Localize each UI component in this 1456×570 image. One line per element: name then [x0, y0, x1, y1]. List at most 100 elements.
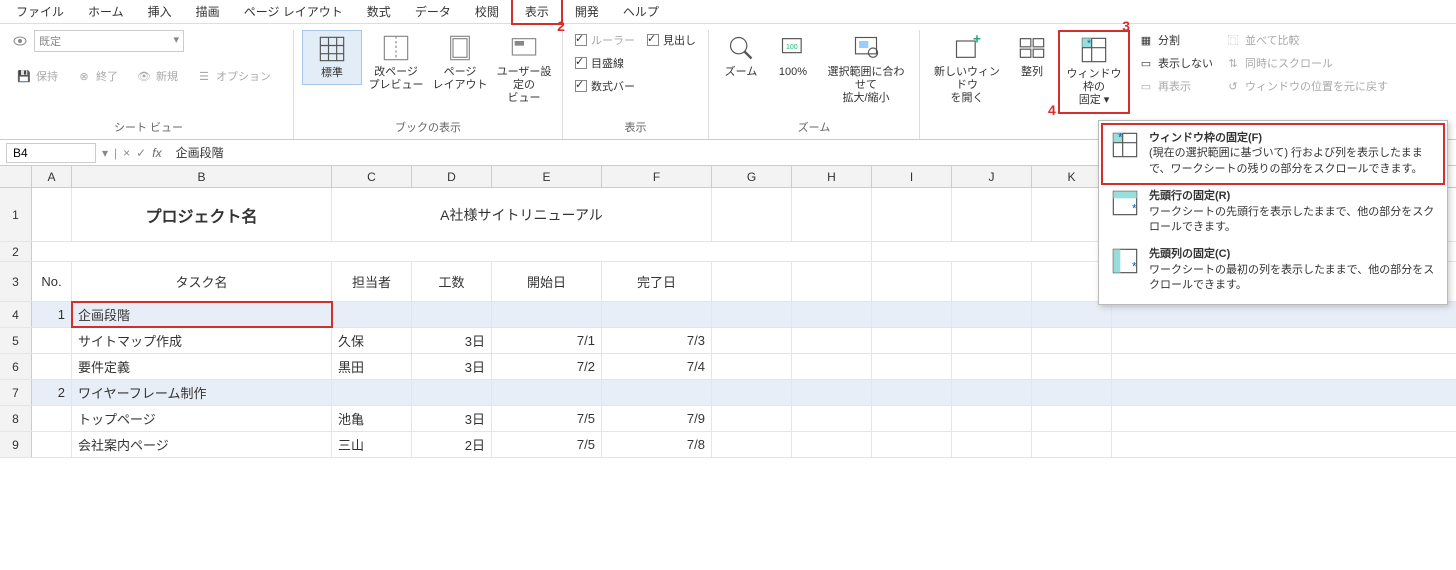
row-header[interactable]: 9 — [0, 432, 32, 457]
cell[interactable]: 三山 — [332, 432, 412, 457]
name-box[interactable] — [6, 143, 96, 163]
cell[interactable] — [1032, 406, 1112, 431]
row-header[interactable]: 1 — [0, 188, 32, 241]
cell[interactable] — [32, 406, 72, 431]
cell[interactable] — [602, 380, 712, 405]
cell[interactable] — [872, 328, 952, 353]
cell[interactable]: プロジェクト名 — [72, 188, 332, 241]
cell[interactable] — [492, 380, 602, 405]
cancel-icon[interactable]: × — [123, 146, 130, 160]
col-header[interactable]: C — [332, 166, 412, 187]
cell[interactable] — [32, 354, 72, 379]
cell[interactable] — [1032, 302, 1112, 327]
row-header[interactable]: 3 — [0, 262, 32, 301]
cell[interactable]: タスク名 — [72, 262, 332, 301]
cell[interactable] — [332, 380, 412, 405]
select-all-corner[interactable] — [0, 166, 32, 187]
cell[interactable] — [712, 406, 792, 431]
cell[interactable] — [792, 406, 872, 431]
cell[interactable] — [32, 242, 872, 261]
menubar-item-5[interactable]: 数式 — [355, 0, 403, 23]
cell[interactable]: 池亀 — [332, 406, 412, 431]
cell[interactable] — [952, 188, 1032, 241]
cell[interactable]: 7/5 — [492, 432, 602, 457]
new-window-button[interactable]: + 新しいウィンドウ を開く — [928, 30, 1006, 110]
row-header[interactable]: 8 — [0, 406, 32, 431]
cell[interactable]: 3日 — [412, 354, 492, 379]
confirm-icon[interactable]: ✓ — [136, 146, 146, 160]
cell[interactable] — [1032, 328, 1112, 353]
cell[interactable] — [32, 188, 72, 241]
col-header[interactable]: B — [72, 166, 332, 187]
col-header[interactable]: A — [32, 166, 72, 187]
cell[interactable]: 久保 — [332, 328, 412, 353]
cell[interactable] — [32, 432, 72, 457]
cell[interactable]: 7/3 — [602, 328, 712, 353]
zoom-button[interactable]: ズーム — [717, 30, 765, 83]
col-header[interactable]: F — [602, 166, 712, 187]
check-gridlines[interactable]: 目盛線 — [571, 53, 639, 73]
cell[interactable] — [602, 302, 712, 327]
cell[interactable] — [872, 354, 952, 379]
cell[interactable] — [712, 302, 792, 327]
cell[interactable] — [872, 302, 952, 327]
cell[interactable] — [712, 354, 792, 379]
cell[interactable] — [1032, 380, 1112, 405]
cell[interactable]: 2日 — [412, 432, 492, 457]
cell[interactable] — [952, 328, 1032, 353]
view-pagebreak-button[interactable]: 改ページ プレビュー — [366, 30, 426, 96]
col-header[interactable]: D — [412, 166, 492, 187]
zoom-selection-button[interactable]: 選択範囲に合わせて 拡大/縮小 — [821, 30, 911, 110]
cell[interactable]: 企画段階 — [72, 302, 332, 327]
zoom-100-button[interactable]: 100 100% — [769, 30, 817, 83]
split-button[interactable]: ▦分割 — [1134, 30, 1217, 50]
cell[interactable]: 黒田 — [332, 354, 412, 379]
cell[interactable] — [712, 188, 792, 241]
fx-icon[interactable]: fx — [152, 146, 161, 160]
cell[interactable] — [952, 262, 1032, 301]
cell[interactable] — [792, 432, 872, 457]
arrange-button[interactable]: 整列 — [1010, 30, 1054, 83]
cell[interactable] — [792, 188, 872, 241]
col-header[interactable]: H — [792, 166, 872, 187]
menubar-item-3[interactable]: 描画 — [184, 0, 232, 23]
cell[interactable]: 7/9 — [602, 406, 712, 431]
cell[interactable] — [952, 302, 1032, 327]
cell[interactable]: No. — [32, 262, 72, 301]
cell[interactable] — [712, 328, 792, 353]
row-header[interactable]: 7 — [0, 380, 32, 405]
cell[interactable] — [872, 432, 952, 457]
menubar-item-4[interactable]: ページ レイアウト — [232, 0, 355, 23]
cell[interactable]: 1 — [32, 302, 72, 327]
col-header[interactable]: G — [712, 166, 792, 187]
cell[interactable] — [952, 406, 1032, 431]
cell[interactable]: 会社案内ページ — [72, 432, 332, 457]
cell[interactable] — [792, 302, 872, 327]
cell[interactable] — [332, 302, 412, 327]
cell[interactable]: ワイヤーフレーム制作 — [72, 380, 332, 405]
freeze-panes-button[interactable]: * ウィンドウ枠の 固定 ▾ 3 4 — [1058, 30, 1130, 114]
row-header[interactable]: 5 — [0, 328, 32, 353]
cell[interactable]: 7/2 — [492, 354, 602, 379]
cell[interactable] — [412, 380, 492, 405]
cell[interactable]: 2 — [32, 380, 72, 405]
cell[interactable] — [492, 302, 602, 327]
view-normal-button[interactable]: 標準 — [302, 30, 362, 85]
menubar-item-6[interactable]: データ — [403, 0, 463, 23]
cell[interactable]: 7/8 — [602, 432, 712, 457]
view-pagelayout-button[interactable]: ページ レイアウト — [430, 30, 490, 96]
cell[interactable] — [792, 328, 872, 353]
cell[interactable] — [872, 406, 952, 431]
cell[interactable]: 7/1 — [492, 328, 602, 353]
freeze-menu-item-0[interactable]: *ウィンドウ枠の固定(F)(現在の選択範囲に基づいて) 行および列を表示したまま… — [1101, 123, 1445, 185]
cell[interactable] — [872, 380, 952, 405]
cell[interactable]: 完了日 — [602, 262, 712, 301]
cell[interactable]: A社様サイトリニューアル — [332, 188, 712, 241]
cell[interactable] — [1032, 432, 1112, 457]
cell[interactable] — [412, 302, 492, 327]
menubar-item-10[interactable]: ヘルプ — [611, 0, 671, 23]
cell[interactable] — [32, 328, 72, 353]
cell[interactable] — [792, 354, 872, 379]
col-header[interactable]: E — [492, 166, 602, 187]
row-header[interactable]: 4 — [0, 302, 32, 327]
